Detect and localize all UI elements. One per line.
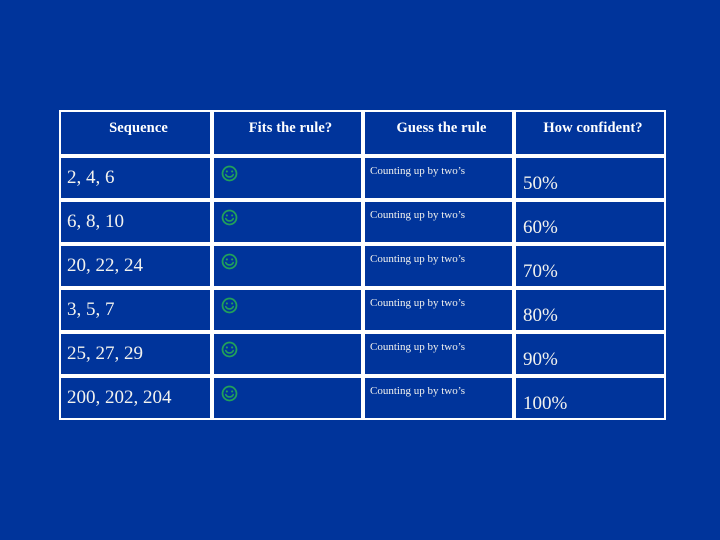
- cell-fits-the-rule: [212, 288, 363, 332]
- fits-the-rule-value: [214, 378, 361, 402]
- sequence-value: 20, 22, 24: [67, 255, 143, 276]
- guess-the-rule-value: Counting up by two’s: [370, 165, 466, 177]
- table-row: 6, 8, 10 Counting up by two’s 60%: [59, 200, 666, 244]
- cell-fits-the-rule: [212, 156, 363, 200]
- guess-the-rule-value: Counting up by two’s: [370, 297, 466, 309]
- column-header-how-confident: How confident?: [514, 110, 666, 156]
- cell-sequence: 6, 8, 10: [59, 200, 212, 244]
- cell-how-confident: 50%: [514, 156, 666, 200]
- table-row: 25, 27, 29 Counting up by two’s 90%: [59, 332, 666, 376]
- cell-sequence: 200, 202, 204: [59, 376, 212, 420]
- fits-the-rule-value: [214, 290, 361, 314]
- cell-how-confident: 90%: [514, 332, 666, 376]
- cell-fits-the-rule: [212, 200, 363, 244]
- cell-how-confident: 70%: [514, 244, 666, 288]
- how-confident-value: 70%: [523, 261, 558, 282]
- fits-the-rule-value: [214, 158, 361, 182]
- how-confident-value: 100%: [523, 393, 568, 414]
- slide-canvas: Sequence Fits the rule? Guess the rule H…: [0, 0, 720, 540]
- smiley-face-icon: [221, 253, 238, 270]
- cell-guess-the-rule: Counting up by two’s: [363, 200, 514, 244]
- cell-guess-the-rule: Counting up by two’s: [363, 288, 514, 332]
- cell-guess-the-rule: Counting up by two’s: [363, 376, 514, 420]
- table-row: 200, 202, 204 Counting up by two’s 100%: [59, 376, 666, 420]
- cell-guess-the-rule: Counting up by two’s: [363, 244, 514, 288]
- fits-the-rule-value: [214, 202, 361, 226]
- sequence-value: 3, 5, 7: [67, 299, 115, 320]
- column-header-sequence-label: Sequence: [109, 120, 168, 136]
- column-header-fits-the-rule: Fits the rule?: [212, 110, 363, 156]
- column-header-how-confident-label: How confident?: [543, 120, 643, 136]
- smiley-face-icon: [221, 341, 238, 358]
- guess-the-rule-value: Counting up by two’s: [370, 253, 466, 265]
- cell-guess-the-rule: Counting up by two’s: [363, 156, 514, 200]
- cell-how-confident: 60%: [514, 200, 666, 244]
- cell-guess-the-rule: Counting up by two’s: [363, 332, 514, 376]
- cell-fits-the-rule: [212, 332, 363, 376]
- how-confident-value: 80%: [523, 305, 558, 326]
- smiley-face-icon: [221, 297, 238, 314]
- cell-sequence: 3, 5, 7: [59, 288, 212, 332]
- sequence-value: 200, 202, 204: [67, 387, 172, 408]
- smiley-face-icon: [221, 385, 238, 402]
- table-row: 3, 5, 7 Counting up by two’s 80%: [59, 288, 666, 332]
- column-header-guess-the-rule-label: Guess the rule: [396, 120, 487, 136]
- rule-discovery-table: Sequence Fits the rule? Guess the rule H…: [59, 110, 666, 420]
- smiley-face-icon: [221, 165, 238, 182]
- cell-sequence: 25, 27, 29: [59, 332, 212, 376]
- table-row: 2, 4, 6 Counting up by two’s 50%: [59, 156, 666, 200]
- fits-the-rule-value: [214, 334, 361, 358]
- smiley-face-icon: [221, 209, 238, 226]
- cell-fits-the-rule: [212, 244, 363, 288]
- column-header-sequence: Sequence: [59, 110, 212, 156]
- table-header-row: Sequence Fits the rule? Guess the rule H…: [59, 110, 666, 156]
- fits-the-rule-value: [214, 246, 361, 270]
- cell-how-confident: 80%: [514, 288, 666, 332]
- how-confident-value: 60%: [523, 217, 558, 238]
- column-header-fits-the-rule-label: Fits the rule?: [248, 120, 333, 136]
- sequence-value: 2, 4, 6: [67, 167, 115, 188]
- sequence-value: 25, 27, 29: [67, 343, 143, 364]
- how-confident-value: 90%: [523, 349, 558, 370]
- guess-the-rule-value: Counting up by two’s: [370, 341, 466, 353]
- table-row: 20, 22, 24 Counting up by two’s 70%: [59, 244, 666, 288]
- cell-sequence: 2, 4, 6: [59, 156, 212, 200]
- guess-the-rule-value: Counting up by two’s: [370, 385, 466, 397]
- table-body: 2, 4, 6 Counting up by two’s 50% 6, 8, 1…: [59, 156, 666, 420]
- cell-sequence: 20, 22, 24: [59, 244, 212, 288]
- guess-the-rule-value: Counting up by two’s: [370, 209, 466, 221]
- sequence-value: 6, 8, 10: [67, 211, 124, 232]
- column-header-guess-the-rule: Guess the rule: [363, 110, 514, 156]
- cell-how-confident: 100%: [514, 376, 666, 420]
- how-confident-value: 50%: [523, 173, 558, 194]
- cell-fits-the-rule: [212, 376, 363, 420]
